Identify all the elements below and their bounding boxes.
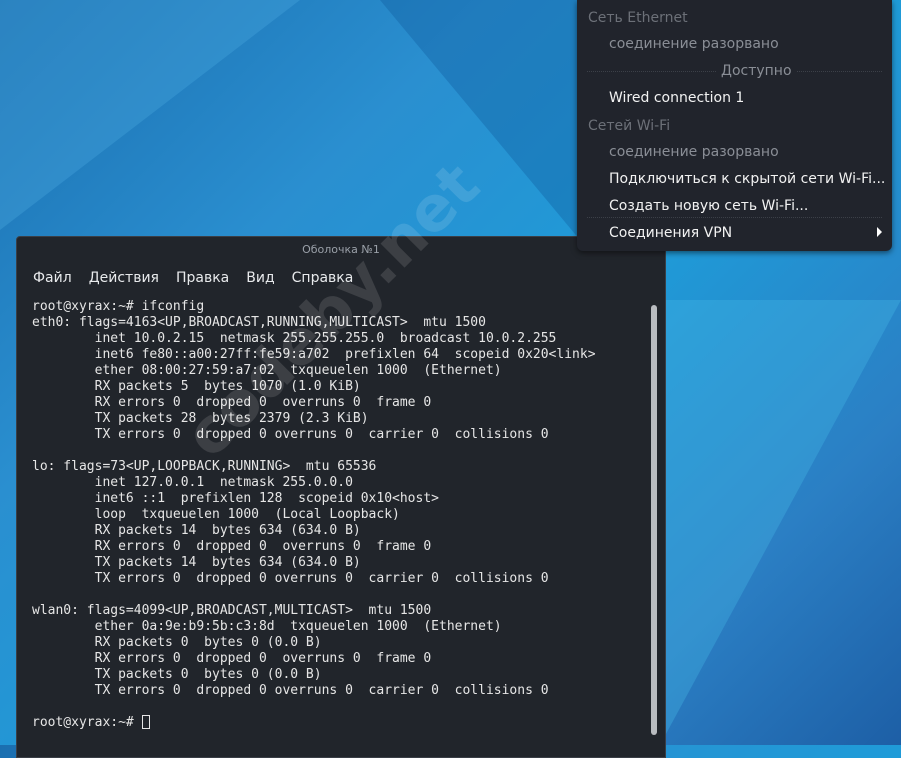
network-menu: Сеть Ethernet соединение разорвано Досту… <box>577 0 892 251</box>
window-title: Оболочка №1 <box>302 243 380 256</box>
terminal-line: lo: flags=73<UP,LOOPBACK,RUNNING> mtu 65… <box>32 459 377 474</box>
menu-actions[interactable]: Действия <box>89 270 159 286</box>
terminal-line: RX errors 0 dropped 0 overruns 0 frame 0 <box>32 539 432 554</box>
menu-view[interactable]: Вид <box>246 270 274 286</box>
connect-hidden-wifi-item[interactable]: Подключиться к скрытой сети Wi-Fi... <box>609 171 885 187</box>
terminal-line: TX errors 0 dropped 0 overruns 0 carrier… <box>32 683 549 698</box>
ethernet-header: Сеть Ethernet <box>588 10 688 26</box>
terminal-line: eth0: flags=4163<UP,BROADCAST,RUNNING,MU… <box>32 315 486 330</box>
terminal-line: TX packets 28 bytes 2379 (2.3 KiB) <box>32 411 369 426</box>
terminal-line: ether 08:00:27:59:a7:02 txqueuelen 1000 … <box>32 363 502 378</box>
terminal-line: inet6 fe80::a00:27ff:fe59:a702 prefixlen… <box>32 347 596 362</box>
cursor <box>141 715 150 729</box>
terminal-line: RX errors 0 dropped 0 overruns 0 frame 0 <box>32 651 432 666</box>
menu-edit[interactable]: Правка <box>176 270 229 286</box>
terminal-line: ether 0a:9e:b9:5b:c3:8d txqueuelen 1000 … <box>32 619 502 634</box>
available-label: Доступно <box>717 63 796 79</box>
menu-bar: Файл Действия Правка Вид Справка <box>17 263 665 293</box>
wifi-header: Сетей Wi-Fi <box>588 118 671 134</box>
terminal-line: inet6 ::1 prefixlen 128 scopeid 0x10<hos… <box>32 491 439 506</box>
vpn-connections-item[interactable]: Соединения VPN <box>609 225 732 241</box>
terminal-line: TX errors 0 dropped 0 overruns 0 carrier… <box>32 427 549 442</box>
terminal-line: inet 10.0.2.15 netmask 255.255.255.0 bro… <box>32 331 557 346</box>
create-wifi-item[interactable]: Создать новую сеть Wi-Fi... <box>609 198 808 214</box>
terminal-line: TX packets 14 bytes 634 (634.0 B) <box>32 555 361 570</box>
menu-help[interactable]: Справка <box>292 270 354 286</box>
submenu-arrow-icon <box>877 227 882 237</box>
wallpaper-shape <box>380 0 580 240</box>
terminal-line: inet 127.0.0.1 netmask 255.0.0.0 <box>32 475 353 490</box>
prompt-line: root@xyrax:~# <box>32 715 596 731</box>
terminal-line: loop txqueuelen 1000 (Local Loopback) <box>32 507 400 522</box>
wallpaper-shape <box>0 0 300 230</box>
ethernet-status: соединение разорвано <box>609 36 779 52</box>
prompt: root@xyrax:~# <box>32 715 142 730</box>
terminal-line: RX packets 14 bytes 634 (634.0 B) <box>32 523 361 538</box>
wifi-status: соединение разорвано <box>609 144 779 160</box>
terminal-line: root@xyrax:~# ifconfig <box>32 299 205 314</box>
terminal-output[interactable]: root@xyrax:~# ifconfig eth0: flags=4163<U… <box>32 299 596 731</box>
terminal-line: RX packets 0 bytes 0 (0.0 B) <box>32 635 322 650</box>
wired-connection-item[interactable]: Wired connection 1 <box>609 90 744 106</box>
menu-file[interactable]: Файл <box>33 270 72 286</box>
terminal-line: wlan0: flags=4099<UP,BROADCAST,MULTICAST… <box>32 603 432 618</box>
terminal-line: TX errors 0 dropped 0 overruns 0 carrier… <box>32 571 549 586</box>
separator <box>587 217 882 218</box>
wallpaper-shape <box>660 300 901 745</box>
terminal-window: Оболочка №1 Файл Действия Правка Вид Спр… <box>16 236 666 758</box>
terminal-line: RX packets 5 bytes 1070 (1.0 KiB) <box>32 379 361 394</box>
terminal-line: RX errors 0 dropped 0 overruns 0 frame 0 <box>32 395 432 410</box>
terminal-line: TX packets 0 bytes 0 (0.0 B) <box>32 667 322 682</box>
scrollbar[interactable] <box>651 305 657 735</box>
